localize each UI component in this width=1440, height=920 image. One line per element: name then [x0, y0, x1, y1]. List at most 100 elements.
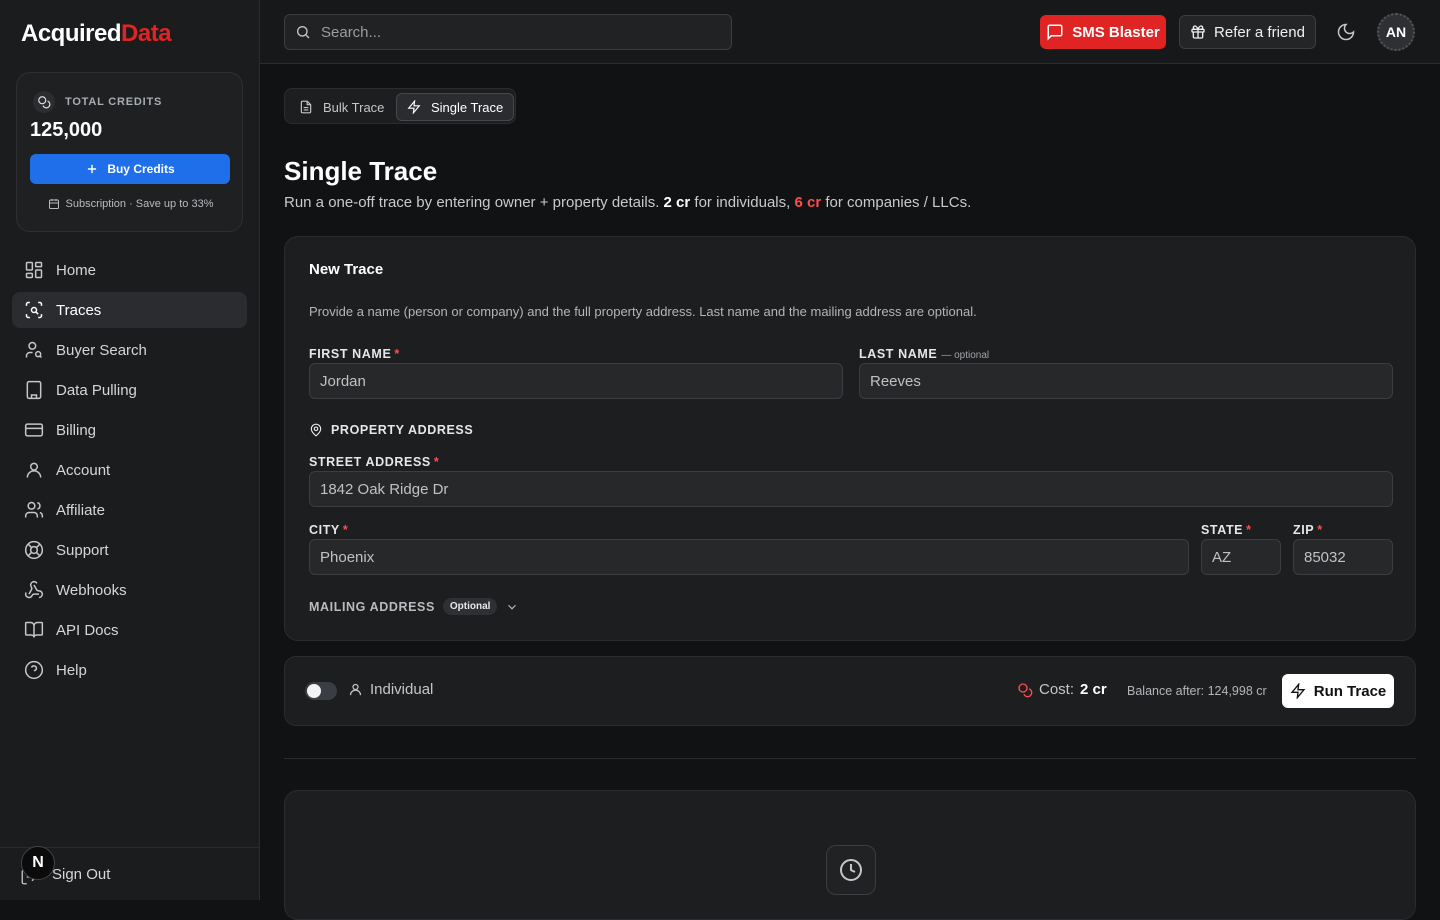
calendar-icon	[48, 199, 59, 209]
sidebar-item-affiliate[interactable]: Affiliate	[12, 492, 247, 528]
cost-display: Cost: 2 cr	[1017, 681, 1107, 698]
mailing-address-toggle[interactable]: MAILING ADDRESS Optional	[309, 598, 519, 615]
history-placeholder	[826, 845, 876, 895]
sms-blaster-label: SMS Blaster	[1072, 23, 1160, 41]
section-divider	[284, 758, 1416, 759]
user-icon	[26, 462, 42, 478]
search-icon	[297, 26, 310, 39]
moon-icon[interactable]	[1336, 22, 1356, 42]
sidebar-item-label: Account	[56, 461, 111, 479]
sidebar-item-billing[interactable]: Billing	[12, 412, 247, 448]
coins-icon	[33, 91, 55, 113]
cost-value: 2 cr	[1080, 681, 1107, 698]
lifebuoy-icon	[24, 540, 44, 560]
credit-card-icon	[24, 423, 44, 437]
refer-friend-label: Refer a friend	[1214, 23, 1305, 41]
company-cost: 6 cr	[794, 194, 822, 211]
state-field[interactable]: AZ	[1201, 539, 1281, 575]
sms-blaster-button[interactable]: SMS Blaster	[1040, 15, 1166, 49]
tab-label: Bulk Trace	[323, 99, 385, 115]
card-title: New Trace	[309, 261, 384, 278]
subtitle-suffix: for companies / LLCs.	[825, 194, 972, 211]
first-name-label: FIRST NAME *	[309, 347, 400, 361]
property-address-heading: PROPERTY ADDRESS	[309, 423, 473, 437]
clock-icon	[840, 859, 862, 881]
subtitle-prefix: Run a one-off trace by entering owner + …	[284, 194, 660, 211]
chevron-down-icon	[508, 604, 517, 610]
map-pin-icon	[310, 423, 322, 437]
run-trace-label: Run Trace	[1313, 682, 1387, 700]
sidebar-item-buyer-search[interactable]: Buyer Search	[12, 332, 247, 368]
dev-badge[interactable]: N	[21, 846, 55, 880]
last-name-field[interactable]: Reeves	[859, 363, 1393, 399]
sidebar-item-traces[interactable]: Traces	[12, 292, 247, 328]
state-label: STATE *	[1201, 523, 1252, 537]
entity-type-toggle[interactable]	[305, 682, 337, 700]
refer-friend-button[interactable]: Refer a friend	[1179, 15, 1316, 49]
main-content: Bulk Trace Single Trace Single Trace Run…	[260, 64, 1440, 920]
city-field[interactable]: Phoenix	[309, 539, 1189, 575]
sidebar-item-home[interactable]: Home	[12, 252, 247, 288]
sidebar-item-label: Support	[56, 541, 109, 559]
topbar: SMS Blaster Refer a friend AN	[260, 0, 1440, 64]
logo-accent-text: Data	[121, 20, 172, 47]
run-trace-button[interactable]: Run Trace	[1282, 674, 1394, 708]
gift-icon	[1191, 25, 1205, 39]
sidebar-item-label: Home	[56, 261, 97, 279]
grid-icon	[25, 261, 43, 279]
search-box[interactable]	[284, 14, 732, 50]
sidebar-item-support[interactable]: Support	[12, 532, 247, 568]
buy-credits-button[interactable]: Buy Credits	[30, 154, 230, 184]
sidebar-item-label: Buyer Search	[56, 341, 147, 359]
subscription-text: Subscription · Save up to 33%	[65, 198, 214, 210]
tab-label: Single Trace	[431, 99, 504, 115]
zip-label: ZIP *	[1293, 523, 1323, 537]
subtitle-mid: for individuals,	[694, 194, 791, 211]
book-icon	[24, 621, 44, 638]
sidebar-item-account[interactable]: Account	[12, 452, 247, 488]
users-icon	[24, 501, 44, 518]
first-name-field[interactable]: Jordan	[309, 363, 843, 399]
credits-value: 125,000	[30, 119, 103, 141]
webhook-icon	[24, 580, 43, 599]
avatar[interactable]: AN	[1377, 13, 1415, 51]
sidebar-item-label: Help	[56, 661, 87, 679]
coins-icon	[1018, 682, 1033, 697]
sidebar-item-label: API Docs	[56, 621, 119, 639]
street-address-label: STREET ADDRESS *	[309, 455, 440, 469]
sidebar-item-label: Billing	[56, 421, 97, 439]
street-address-field[interactable]: 1842 Oak Ridge Dr	[309, 471, 1393, 507]
tab-bulk-trace[interactable]: Bulk Trace	[289, 93, 394, 121]
app-logo[interactable]: AcquiredData	[21, 20, 172, 48]
subscription-link[interactable]: Subscription · Save up to 33%	[17, 198, 244, 210]
message-square-icon	[1047, 24, 1063, 41]
zap-icon	[1290, 683, 1306, 699]
scan-search-icon	[25, 301, 43, 319]
balance-after: Balance after: 124,998 cr	[1127, 684, 1267, 698]
zap-icon	[407, 100, 421, 114]
file-text-icon	[300, 100, 312, 114]
page-title: Single Trace	[284, 156, 438, 186]
plus-icon	[88, 164, 97, 174]
card-description: Provide a name (person or company) and t…	[309, 304, 977, 319]
sign-out-button[interactable]: Sign Out	[52, 866, 110, 883]
sidebar-item-label: Data Pulling	[56, 381, 137, 399]
entity-type-label: Individual	[370, 681, 434, 698]
last-name-label: LAST NAME — optional	[859, 347, 990, 361]
building-icon	[26, 380, 42, 400]
logo-text: Acquired	[21, 20, 122, 47]
credits-card: TOTAL CREDITS 125,000 Buy Credits Subscr…	[16, 72, 243, 232]
user-search-icon	[25, 341, 43, 359]
search-input[interactable]	[321, 23, 701, 41]
sidebar-item-data-pulling[interactable]: Data Pulling	[12, 372, 247, 408]
sidebar-item-webhooks[interactable]: Webhooks	[12, 572, 247, 608]
sidebar-item-label: Traces	[56, 301, 102, 319]
entity-type-indicator: Individual	[348, 681, 433, 698]
tab-single-trace[interactable]: Single Trace	[396, 93, 515, 121]
zip-field[interactable]: 85032	[1293, 539, 1393, 575]
trace-tabs: Bulk Trace Single Trace	[284, 88, 516, 124]
property-address-label: PROPERTY ADDRESS	[331, 423, 474, 437]
sidebar-item-api-docs[interactable]: API Docs	[12, 612, 247, 648]
toggle-knob	[307, 684, 321, 698]
sidebar-item-help[interactable]: Help	[12, 652, 247, 688]
